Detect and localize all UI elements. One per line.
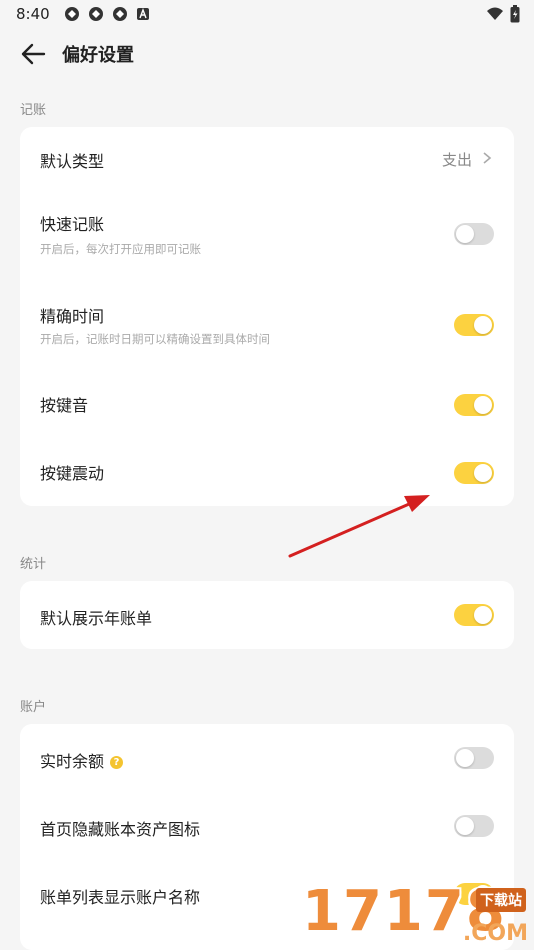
- setting-label: 默认展示年账单: [40, 609, 153, 628]
- status-notification-icons: [64, 6, 150, 22]
- watermark-suffix: .COM: [462, 921, 528, 946]
- section-title-account: 账户: [20, 700, 47, 715]
- setting-row-realtime-balance: 实时余额?: [20, 724, 514, 792]
- setting-description: 开启后，每次打开应用即可记账: [40, 242, 201, 256]
- setting-row-quick-entry: 快速记账 开启后，每次打开应用即可记账: [20, 189, 514, 279]
- status-bar: 8:40: [0, 0, 534, 28]
- setting-row-default-type[interactable]: 默认类型 支出: [20, 127, 514, 189]
- status-time: 8:40: [16, 5, 50, 23]
- setting-label: 账单列表显示账户名称: [40, 888, 201, 907]
- section-title-stats: 统计: [20, 557, 47, 572]
- page-title: 偏好设置: [62, 45, 134, 66]
- notification-a-icon: [136, 8, 149, 20]
- toggle-knob: [474, 396, 492, 414]
- card-bookkeeping: 默认类型 支出 快速记账 开启后，每次打开应用即可记账 精确时间 开启后，记账时…: [20, 127, 514, 506]
- precise-time-toggle[interactable]: [454, 314, 494, 336]
- setting-label: 默认类型: [40, 152, 105, 171]
- realtime-balance-toggle[interactable]: [454, 747, 494, 769]
- battery-icon: [510, 5, 520, 23]
- notification-icon: [64, 7, 79, 21]
- setting-label: 按键音: [40, 396, 89, 415]
- setting-label: 按键震动: [40, 464, 105, 483]
- toggle-knob: [456, 817, 474, 835]
- card-stats: 默认展示年账单: [20, 581, 514, 649]
- wifi-icon: [487, 7, 503, 20]
- setting-label: 首页隐藏账本资产图标: [40, 820, 201, 839]
- back-arrow-icon: [21, 43, 46, 65]
- key-vibrate-toggle[interactable]: [454, 462, 494, 484]
- notification-icon: [88, 7, 103, 21]
- toggle-knob: [474, 316, 492, 334]
- section-title-bookkeeping: 记账: [20, 103, 47, 118]
- watermark-label: 下载站: [476, 888, 526, 912]
- setting-row-precise-time: 精确时间 开启后，记账时日期可以精确设置到具体时间: [20, 279, 514, 369]
- hide-asset-icon-toggle[interactable]: [454, 815, 494, 837]
- setting-row-default-year-bill: 默认展示年账单: [20, 581, 514, 649]
- setting-label: 精确时间: [40, 307, 105, 326]
- status-system-icons: [486, 5, 520, 23]
- chevron-right-icon: [483, 152, 492, 164]
- setting-row-hide-asset-icon: 首页隐藏账本资产图标: [20, 792, 514, 860]
- quick-entry-toggle[interactable]: [454, 223, 494, 245]
- setting-description: 开启后，记账时日期可以精确设置到具体时间: [40, 332, 270, 346]
- setting-row-key-vibrate: 按键震动: [20, 437, 514, 506]
- toggle-knob: [474, 464, 492, 482]
- key-sound-toggle[interactable]: [454, 394, 494, 416]
- app-header: 偏好设置: [0, 28, 534, 80]
- notification-icon: [112, 7, 127, 21]
- setting-label: 快速记账: [40, 215, 105, 234]
- toggle-knob: [456, 749, 474, 767]
- toggle-knob: [474, 606, 492, 624]
- default-year-bill-toggle[interactable]: [454, 604, 494, 626]
- help-icon[interactable]: ?: [110, 756, 124, 769]
- setting-row-key-sound: 按键音: [20, 369, 514, 437]
- watermark-logo: 17178 下载站 .COM: [302, 879, 534, 950]
- setting-label-text: 实时余额: [40, 752, 105, 771]
- setting-label: 实时余额?: [40, 748, 124, 772]
- setting-value: 支出: [441, 151, 472, 169]
- toggle-knob: [456, 225, 474, 243]
- back-button[interactable]: [18, 39, 48, 69]
